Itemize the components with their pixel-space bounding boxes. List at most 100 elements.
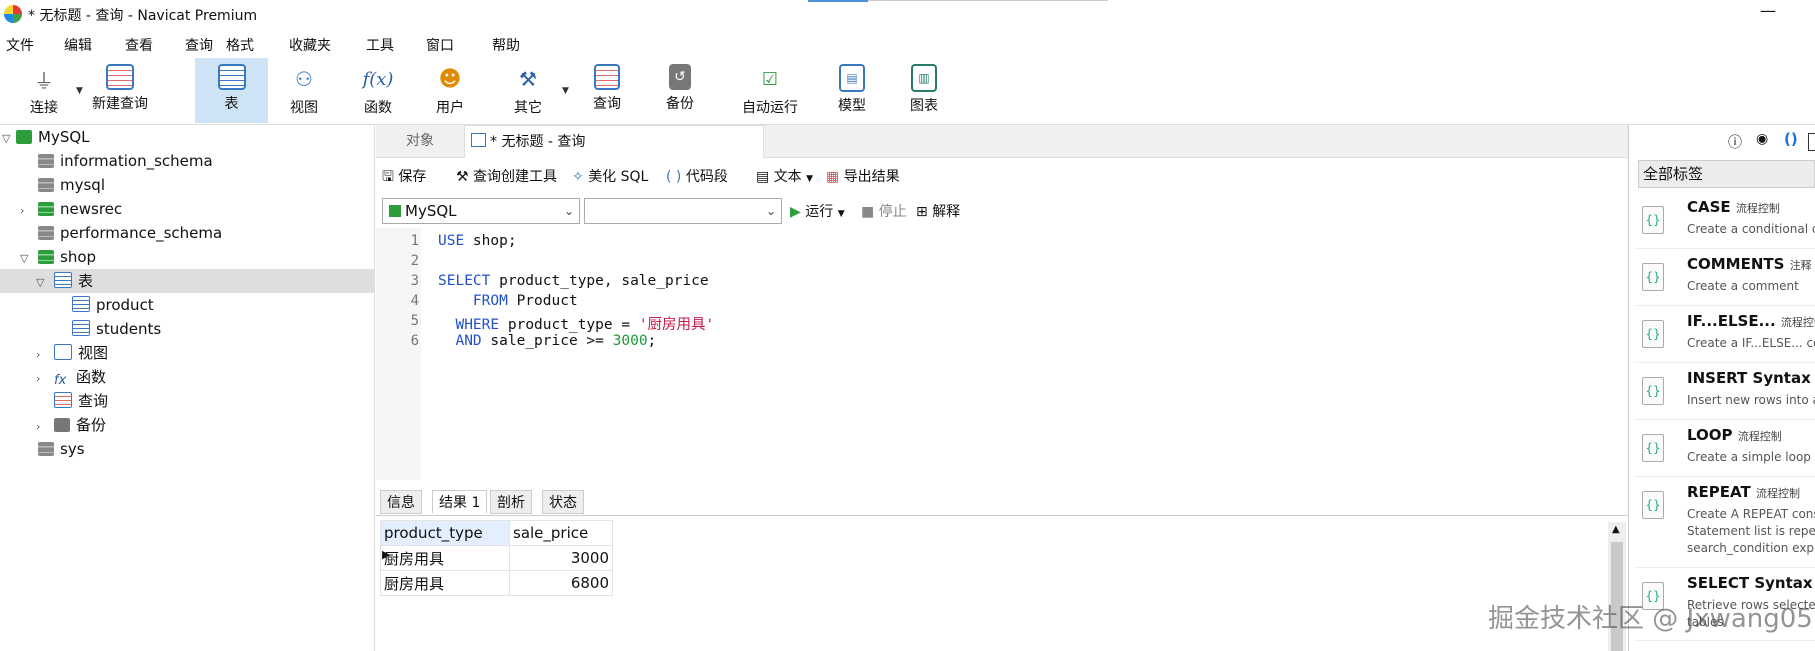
snippet-loop[interactable]: {} LOOP 流程控制 Create a simple loop con: [1634, 422, 1815, 477]
collapse-arrow-icon[interactable]: ▽: [20, 247, 38, 271]
line-number: 1: [410, 233, 419, 249]
title-accent: [808, 0, 868, 2]
text-button[interactable]: ▤ 文本 ▼: [756, 166, 813, 186]
table-cell[interactable]: 6800: [509, 570, 613, 596]
model-icon: ▤: [839, 64, 865, 92]
other-dropdown-icon[interactable]: ▼: [562, 86, 569, 96]
snippet-button[interactable]: ( ) 代码段: [666, 166, 728, 186]
chart-button[interactable]: ▥ 图表: [892, 58, 956, 123]
beautify-sql-button[interactable]: ✧ 美化 SQL: [572, 166, 648, 186]
connect-button[interactable]: ⏚ 连接: [20, 58, 68, 123]
category-select[interactable]: 全部标签: [1638, 160, 1815, 188]
database-icon: [38, 202, 54, 216]
snippet-case[interactable]: {} CASE 流程控制 Create a conditional con: [1634, 194, 1815, 249]
scroll-up-icon[interactable]: ▲: [1612, 524, 1620, 535]
snippet-comments[interactable]: {} COMMENTS 注释 Create a comment: [1634, 251, 1815, 306]
menu-view[interactable]: 查看: [125, 35, 153, 55]
tab-info[interactable]: 信息: [380, 490, 422, 514]
watermark: 掘金技术社区 @ Jxwang05: [1488, 604, 1813, 634]
line-number-gutter: 1 2 3 4 5 6: [376, 228, 421, 480]
snippet-insert-syntax[interactable]: {} INSERT Syntax DN Insert new rows into…: [1634, 365, 1815, 420]
menu-edit[interactable]: 编辑: [64, 35, 92, 55]
table-button[interactable]: 表: [195, 58, 268, 123]
menu-tools[interactable]: 工具: [366, 35, 394, 55]
tab-status[interactable]: 状态: [542, 490, 584, 514]
sql-editor[interactable]: [376, 228, 1628, 480]
connection-select[interactable]: MySQL ⌄: [382, 198, 580, 224]
tab-query[interactable]: * 无标题 - 查询: [464, 125, 764, 158]
result-tabs: 信息 结果 1 剖析 状态: [376, 488, 1628, 516]
line-number: 5: [410, 313, 419, 329]
snippet-repeat[interactable]: {} REPEAT 流程控制 Create A REPEAT constru S…: [1634, 479, 1815, 568]
export-icon: ▦: [826, 169, 840, 185]
user-button[interactable]: ☻ 用户: [418, 58, 482, 123]
tree-node-newsrec[interactable]: › newsrec: [20, 197, 122, 221]
explain-button[interactable]: ⊞ 解释: [916, 201, 960, 221]
model-button[interactable]: ▤ 模型: [820, 58, 884, 123]
export-results-button[interactable]: ▦ 导出结果: [826, 166, 900, 186]
new-query-button[interactable]: 新建查询: [88, 58, 152, 123]
menu-window[interactable]: 窗口: [426, 35, 454, 55]
schedule-button[interactable]: ☑ 自动运行: [722, 58, 818, 123]
tree-node-information-schema[interactable]: information_schema: [24, 149, 213, 173]
tree-node-mysql-db[interactable]: mysql: [24, 173, 105, 197]
menu-file[interactable]: 文件: [6, 35, 34, 55]
chevron-down-icon: ⌄: [563, 204, 574, 218]
tree-node-sys[interactable]: sys: [24, 437, 85, 461]
function-button[interactable]: f(x) 函数: [346, 58, 410, 123]
table-row[interactable]: ▶ 厨房用具 3000: [380, 545, 613, 571]
run-button[interactable]: ▶ 运行 ▼: [790, 201, 845, 221]
expand-arrow-icon[interactable]: ›: [20, 199, 38, 223]
connection-row: MySQL ⌄ ⌄ ▶ 运行 ▼ ■ 停止 ⊞ 解释: [376, 193, 1628, 225]
tab-objects[interactable]: 对象: [376, 125, 464, 157]
plug-icon: ⏚: [34, 68, 54, 93]
table-cell[interactable]: 厨房用具: [380, 570, 510, 596]
query-icon: [594, 64, 620, 90]
line-number: 4: [410, 293, 419, 309]
stop-button[interactable]: ■ 停止: [861, 201, 907, 221]
tree-node-product[interactable]: product: [72, 293, 154, 317]
panel-toggle-icon[interactable]: [1808, 133, 1815, 151]
tree-node-performance-schema[interactable]: performance_schema: [24, 221, 222, 245]
menu-query[interactable]: 查询: [185, 35, 213, 55]
other-button[interactable]: ⚒ 其它: [496, 58, 560, 123]
column-header[interactable]: sale_price: [509, 520, 613, 546]
collapse-arrow-icon[interactable]: ▽: [36, 271, 54, 295]
table-cell[interactable]: 3000: [509, 545, 613, 571]
braces-icon[interactable]: (): [1784, 130, 1798, 148]
snippet-if-else[interactable]: {} IF...ELSE... 流程控制 Create a IF...ELSE.…: [1634, 308, 1815, 363]
connect-dropdown-icon[interactable]: ▼: [76, 86, 83, 96]
menu-favorites[interactable]: 收藏夹: [289, 35, 331, 55]
menu-help[interactable]: 帮助: [492, 35, 520, 55]
tree-node-students[interactable]: students: [72, 317, 161, 341]
view-button[interactable]: ⚇ 视图: [272, 58, 336, 123]
info-icon[interactable]: ⓘ: [1728, 132, 1742, 152]
expand-arrow-icon[interactable]: ›: [36, 343, 54, 367]
tree-node-shop[interactable]: ▽ shop: [20, 245, 96, 269]
query-button[interactable]: 查询: [575, 58, 639, 123]
tree-node-views[interactable]: › 视图: [36, 341, 108, 365]
menu-format[interactable]: 格式: [226, 35, 254, 55]
code-line: USE shop;: [438, 233, 517, 249]
tab-result-1[interactable]: 结果 1: [432, 490, 488, 514]
function-icon: f(x): [362, 68, 394, 90]
query-builder-button[interactable]: ⚒ 查询创建工具: [456, 166, 557, 186]
tab-profile[interactable]: 剖析: [490, 490, 532, 514]
table-row[interactable]: 厨房用具 6800: [380, 570, 613, 596]
tree-node-tables[interactable]: ▽ 表: [0, 269, 374, 293]
tree-node-mysql[interactable]: ▽ MySQL: [2, 125, 90, 149]
query-toolbar: 🖫 保存 ⚒ 查询创建工具 ✧ 美化 SQL ( ) 代码段 ▤ 文本 ▼ ▦ …: [376, 160, 1628, 190]
tree-node-queries[interactable]: 查询: [54, 389, 108, 413]
minimize-button[interactable]: —: [1760, 1, 1776, 20]
tree-node-functions[interactable]: › fx 函数: [36, 365, 106, 389]
collapse-arrow-icon[interactable]: ▽: [2, 127, 16, 151]
expand-arrow-icon[interactable]: ›: [36, 415, 54, 439]
tree-node-backups[interactable]: › 备份: [36, 413, 106, 437]
expand-arrow-icon[interactable]: ›: [36, 367, 54, 391]
backup-button[interactable]: ↺ 备份: [648, 58, 712, 123]
table-cell[interactable]: ▶ 厨房用具: [380, 545, 510, 571]
eye-icon[interactable]: ◉: [1756, 131, 1768, 147]
save-button[interactable]: 🖫 保存: [382, 166, 426, 190]
database-select[interactable]: ⌄: [584, 198, 782, 224]
column-header[interactable]: product_type: [380, 520, 510, 546]
